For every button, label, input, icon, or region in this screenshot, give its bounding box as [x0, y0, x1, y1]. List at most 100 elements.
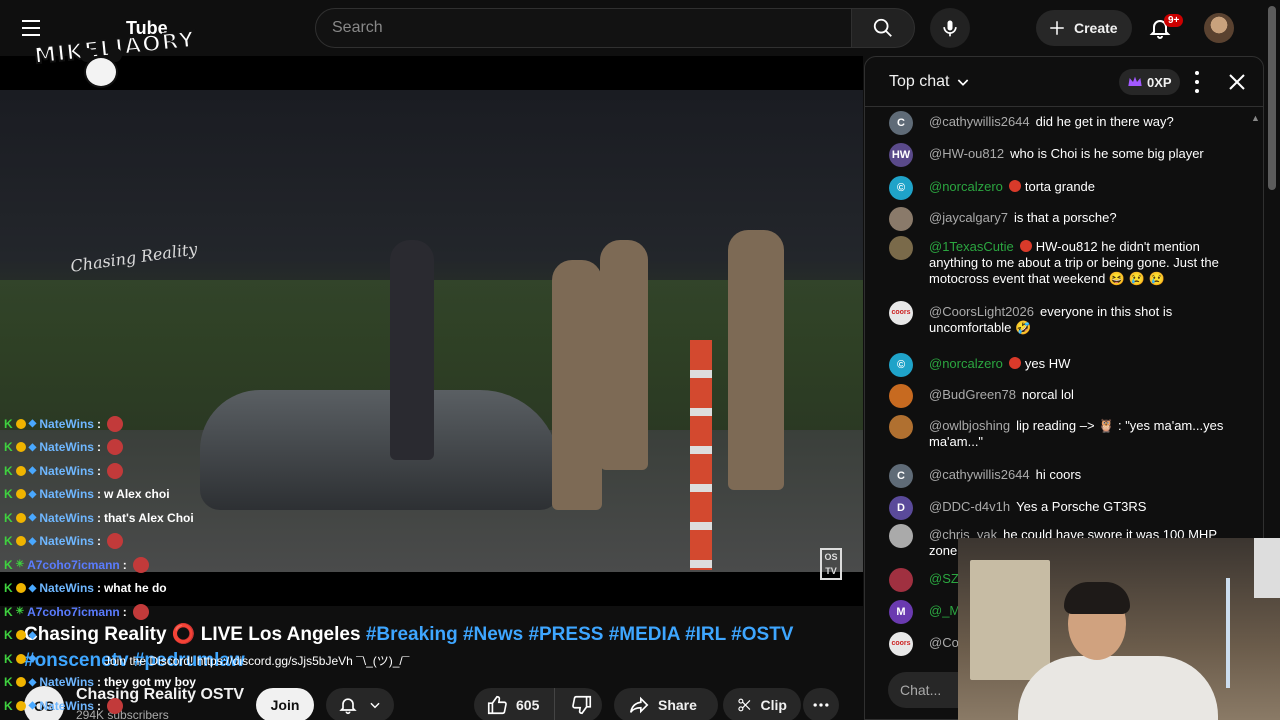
scroll-up-arrow-icon[interactable]: ▲	[1251, 113, 1260, 123]
overlay-chat-row: K ✳ A7coho7icmann:	[4, 553, 464, 577]
chat-avatar[interactable]: HW	[889, 143, 913, 167]
chat-author[interactable]: @jaycalgary7	[929, 210, 1008, 225]
colon: :	[96, 416, 101, 431]
create-button[interactable]: Create	[1036, 10, 1132, 46]
badge-k-icon: K	[4, 651, 13, 666]
overlay-chat-row: K ◆ NateWins:	[4, 436, 464, 460]
chat-author[interactable]: @owlbjoshing	[929, 418, 1010, 433]
chat-message[interactable]: @owlbjoshing lip reading –> 🦉 : "yes ma'a…	[889, 415, 1233, 450]
chat-avatar[interactable]	[889, 384, 913, 408]
close-icon[interactable]	[1225, 70, 1249, 94]
gem-icon: ◆	[28, 700, 37, 712]
chat-author[interactable]: @BudGreen78	[929, 387, 1016, 402]
emote-icon	[106, 439, 123, 456]
voice-search-button[interactable]	[930, 8, 970, 48]
coin-icon	[15, 465, 26, 476]
discord-overlay-message: Join the Discord! https://discord.gg/sJj…	[104, 654, 410, 668]
chat-message[interactable]: @jaycalgary7 is that a porsche?	[889, 207, 1233, 231]
chat-message[interactable]: @1TexasCutie HW-ou812 he didn't mention a…	[889, 236, 1233, 287]
chat-avatar[interactable]	[889, 207, 913, 231]
coin-icon	[15, 442, 26, 453]
chat-avatar[interactable]	[889, 236, 913, 260]
account-avatar[interactable]	[1204, 13, 1234, 43]
chevron-down-icon[interactable]	[955, 74, 971, 90]
chat-author[interactable]: @Co	[929, 635, 959, 650]
chat-author[interactable]: @1TexasCutie	[929, 239, 1014, 254]
chat-message[interactable]: C @cathywillis2644 hi coors	[889, 464, 1233, 488]
chat-message-body: @norcalzero torta grande	[929, 176, 1233, 195]
overlay-chat-row: K ◆ NateWins: w Alex choi	[4, 483, 464, 507]
like-button[interactable]: 605	[474, 688, 555, 720]
badge-k-icon: K	[4, 557, 13, 572]
chat-avatar[interactable]: C	[889, 464, 913, 488]
colon: :	[96, 440, 101, 455]
chat-avatar[interactable]: D	[889, 496, 913, 520]
chat-avatar[interactable]: coors	[889, 632, 913, 656]
chat-avatar[interactable]	[889, 415, 913, 439]
chat-message[interactable]: © @norcalzero torta grande	[889, 176, 1233, 200]
chat-author[interactable]: @norcalzero	[929, 179, 1003, 194]
overlay-chat-author: NateWins	[39, 581, 94, 596]
clip-button[interactable]: Clip	[723, 688, 801, 720]
emote-icon	[106, 533, 123, 550]
chat-text: who is Choi is he some big player	[1010, 146, 1204, 161]
search-box	[315, 8, 852, 48]
share-button[interactable]: Share	[614, 688, 718, 720]
chat-mode-selector[interactable]: Top chat	[889, 73, 949, 91]
gem-icon: ◆	[28, 653, 37, 665]
more-horizontal-icon	[813, 703, 829, 707]
coin-icon	[15, 512, 26, 523]
leaf-icon: ✳	[15, 606, 25, 618]
chat-message[interactable]: D @DDC-d4v1h Yes a Porsche GT3RS	[889, 496, 1233, 520]
chat-message[interactable]: © @norcalzero yes HW	[889, 353, 1233, 377]
chat-author[interactable]: @DDC-d4v1h	[929, 499, 1010, 514]
page-scrollbar[interactable]	[1268, 6, 1276, 190]
chat-author[interactable]: @_M	[929, 603, 960, 618]
chat-message[interactable]: coors @CoorsLight2026 everyone in this sho…	[889, 301, 1233, 336]
xp-badge[interactable]: 0XP	[1119, 69, 1180, 95]
create-label: Create	[1074, 20, 1118, 36]
chat-message-body: @HW-ou812 who is Choi is he some big play…	[929, 143, 1233, 162]
chat-avatar[interactable]	[889, 524, 913, 548]
overlay-chat-row: K ◆	[4, 624, 464, 648]
dislike-button[interactable]	[563, 688, 602, 720]
chat-message-body: @1TexasCutie HW-ou812 he didn't mention a…	[929, 236, 1233, 287]
emote-icon	[132, 603, 149, 620]
chat-message[interactable]: HW @HW-ou812 who is Choi is he some big pl…	[889, 143, 1233, 167]
chat-avatar[interactable]: ©	[889, 176, 913, 200]
search-input[interactable]	[316, 9, 851, 47]
chat-message[interactable]: @BudGreen78 norcal lol	[889, 384, 1233, 408]
gem-icon: ◆	[28, 676, 37, 688]
badge-k-icon: K	[4, 581, 13, 596]
badge-k-icon: K	[4, 698, 13, 713]
search-button[interactable]	[851, 8, 915, 48]
badge-k-icon: K	[4, 510, 13, 525]
chat-message-body: @jaycalgary7 is that a porsche?	[929, 207, 1233, 226]
emote-icon	[106, 697, 123, 714]
chat-avatar[interactable]: M	[889, 600, 913, 624]
chat-author[interactable]: @norcalzero	[929, 356, 1003, 371]
channel-logo[interactable]: Tube MIKELIAORY	[30, 10, 198, 96]
chat-avatar[interactable]: C	[889, 111, 913, 135]
chat-author[interactable]: @SZ	[929, 571, 959, 586]
more-actions-button[interactable]	[803, 688, 839, 720]
chat-author[interactable]: @cathywillis2644	[929, 467, 1030, 482]
gem-icon: ◆	[28, 535, 37, 547]
chat-avatar[interactable]	[889, 568, 913, 592]
chat-avatar[interactable]: ©	[889, 353, 913, 377]
chat-author[interactable]: @CoorsLight2026	[929, 304, 1034, 319]
overlay-chat-row: K ✳ A7coho7icmann:	[4, 600, 464, 624]
chat-author[interactable]: @HW-ou812	[929, 146, 1004, 161]
streamer-webcam	[958, 538, 1280, 720]
overlay-chat-row: K ◆ NateWins:	[4, 412, 464, 436]
share-arrow-icon	[629, 696, 649, 714]
chat-message[interactable]: C @cathywillis2644 did he get in there way…	[889, 111, 1233, 135]
like-dislike-bar: 605	[474, 688, 602, 720]
chat-text: yes HW	[1024, 356, 1071, 371]
coin-icon	[15, 653, 26, 664]
notification-badge: 9+	[1164, 14, 1184, 27]
chat-avatar[interactable]: coors	[889, 301, 913, 325]
gem-icon: ◆	[28, 582, 37, 594]
chat-author[interactable]: @cathywillis2644	[929, 114, 1030, 129]
chat-options-icon[interactable]	[1187, 71, 1207, 93]
